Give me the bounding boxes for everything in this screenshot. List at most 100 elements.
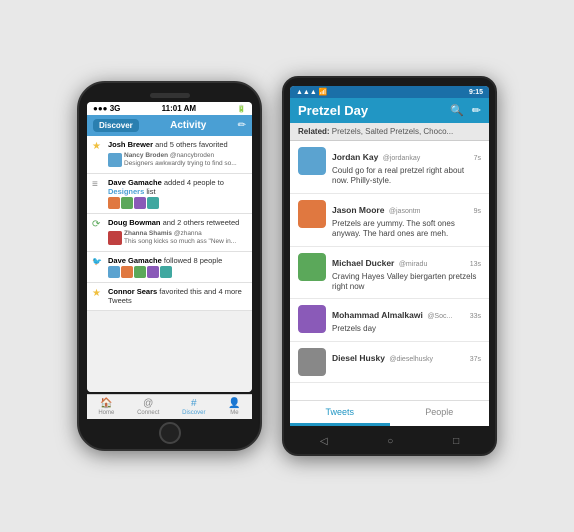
iphone-status-bar: ●●● 3G 11:01 AM 🔋 <box>87 102 252 115</box>
me-icon: 👤 <box>228 398 240 409</box>
tab-discover[interactable]: # Discover <box>182 398 205 416</box>
iphone-screen: ●●● 3G 11:01 AM 🔋 Discover Activity ✏ ★ <box>87 102 252 392</box>
avatar <box>298 348 326 376</box>
feed-item-list[interactable]: ≡ Dave Gamache added 4 people to Designe… <box>87 174 252 215</box>
feed-sub: Zhanna Shamis @zhanna This song kicks so… <box>108 230 247 247</box>
android-header-icons: 🔍 ✏ <box>450 104 481 117</box>
feed-content: Connor Sears favorited this and 4 more T… <box>108 287 247 307</box>
feed-sub-name: Nancy Broden @nancybroden <box>124 152 237 160</box>
feed-content: Dave Gamache followed 8 people <box>108 256 247 278</box>
feed-title: Connor Sears favorited this and 4 more T… <box>108 287 247 307</box>
tweet-item[interactable]: Jordan Kay @jordankay 7s Could go for a … <box>290 141 489 194</box>
avatar-group <box>108 266 247 278</box>
feed-item-follow[interactable]: 🐦 Dave Gamache followed 8 people <box>87 252 252 283</box>
tab-home-label: Home <box>98 410 114 416</box>
tweet-item[interactable]: Diesel Husky @dieselhusky 37s <box>290 342 489 383</box>
android-screen: ▲▲▲ 📶 9:15 Pretzel Day 🔍 ✏ Related: Pret… <box>290 86 489 406</box>
iphone-tab-bar: 🏠 Home @ Connect # Discover 👤 Me <box>87 394 252 419</box>
avatar <box>298 253 326 281</box>
tweet-content: Michael Ducker @miradu 13s Craving Hayes… <box>332 253 481 293</box>
feed-sub-text: This song kicks so much ass "New in... <box>124 238 236 246</box>
iphone-home-button[interactable] <box>159 422 181 444</box>
avatar <box>108 231 122 245</box>
search-icon[interactable]: 🔍 <box>450 104 464 117</box>
iphone-speaker <box>150 93 190 98</box>
feed-item-favorite[interactable]: ★ Josh Brewer and 5 others favorited Nan… <box>87 136 252 174</box>
avatar <box>121 197 133 209</box>
feed-content: Dave Gamache added 4 people to Designers… <box>108 178 247 210</box>
twitter-icon: 🐦 <box>92 257 104 266</box>
iphone-top <box>87 93 252 98</box>
back-button[interactable]: ◁ <box>320 436 328 447</box>
android-tweets: Jordan Kay @jordankay 7s Could go for a … <box>290 141 489 383</box>
tab-tweets[interactable]: Tweets <box>290 401 390 406</box>
android-title: Pretzel Day <box>298 103 368 118</box>
iphone-feed: ★ Josh Brewer and 5 others favorited Nan… <box>87 136 252 392</box>
android-nav-bar: ◁ ○ □ <box>290 434 489 449</box>
avatar <box>147 197 159 209</box>
avatar <box>298 200 326 228</box>
feed-title: Dave Gamache added 4 people to Designers… <box>108 178 247 198</box>
avatar <box>134 197 146 209</box>
discover-button[interactable]: Discover <box>93 119 139 132</box>
retweet-icon: ⟳ <box>92 219 104 230</box>
tweet-header: Jason Moore @jasontm 9s <box>332 200 481 218</box>
avatar <box>160 266 172 278</box>
iphone-signal: ●●● 3G <box>93 104 120 113</box>
feed-title: Doug Bowman and 2 others retweeted <box>108 218 247 228</box>
tab-home[interactable]: 🏠 Home <box>98 398 114 416</box>
iphone-time: 11:01 AM <box>162 104 196 113</box>
list-icon: ≡ <box>92 179 104 190</box>
tab-me[interactable]: 👤 Me <box>228 398 240 416</box>
tweet-text: Craving Hayes Valley biergarten pretzels… <box>332 272 481 293</box>
iphone-device: ●●● 3G 11:01 AM 🔋 Discover Activity ✏ ★ <box>77 81 262 451</box>
tweet-header: Mohammad Almalkawi @Soc... 33s <box>332 305 481 323</box>
tweet-header: Diesel Husky @dieselhusky 37s <box>332 348 481 366</box>
feed-title: Dave Gamache followed 8 people <box>108 256 247 266</box>
avatar <box>298 147 326 175</box>
tab-connect-label: Connect <box>137 410 159 416</box>
avatar <box>134 266 146 278</box>
feed-sub-text: Designers awkwardly trying to find so... <box>124 160 237 168</box>
avatar <box>121 266 133 278</box>
tweet-content: Jordan Kay @jordankay 7s Could go for a … <box>332 147 481 187</box>
feed-item-retweet[interactable]: ⟳ Doug Bowman and 2 others retweeted Zha… <box>87 214 252 252</box>
feed-content: Doug Bowman and 2 others retweeted Zhann… <box>108 218 247 247</box>
feed-sub: Nancy Broden @nancybroden Designers awkw… <box>108 152 247 169</box>
avatar <box>147 266 159 278</box>
tab-discover-label: Discover <box>182 410 205 416</box>
tweet-item[interactable]: Mohammad Almalkawi @Soc... 33s Pretzels … <box>290 299 489 341</box>
avatar <box>108 266 120 278</box>
feed-title: Josh Brewer and 5 others favorited <box>108 140 247 150</box>
tweet-content: Jason Moore @jasontm 9s Pretzels are yum… <box>332 200 481 240</box>
tab-me-label: Me <box>230 410 238 416</box>
menu-button[interactable]: □ <box>453 436 459 447</box>
tweet-item[interactable]: Jason Moore @jasontm 9s Pretzels are yum… <box>290 194 489 247</box>
tweet-item[interactable]: Michael Ducker @miradu 13s Craving Hayes… <box>290 247 489 300</box>
avatar-group <box>108 197 247 209</box>
compose-icon[interactable]: ✏ <box>472 104 481 117</box>
tab-people[interactable]: People <box>390 401 490 406</box>
tab-connect[interactable]: @ Connect <box>137 398 159 416</box>
home-button[interactable]: ○ <box>387 436 393 447</box>
tweet-text: Pretzels day <box>332 324 481 334</box>
tweet-header: Jordan Kay @jordankay 7s <box>332 147 481 165</box>
android-header: Pretzel Day 🔍 ✏ <box>290 98 489 123</box>
discover-icon: # <box>191 398 197 409</box>
avatar <box>108 197 120 209</box>
android-device: ▲▲▲ 📶 9:15 Pretzel Day 🔍 ✏ Related: Pret… <box>282 76 497 456</box>
android-time: 9:15 <box>469 89 483 96</box>
android-status-bar: ▲▲▲ 📶 9:15 <box>290 86 489 98</box>
iphone-nav-title: Activity <box>143 120 234 131</box>
tweet-content: Mohammad Almalkawi @Soc... 33s Pretzels … <box>332 305 481 334</box>
tweet-content: Diesel Husky @dieselhusky 37s <box>332 348 481 376</box>
iphone-nav: Discover Activity ✏ <box>87 115 252 136</box>
star-icon: ★ <box>92 141 104 152</box>
edit-icon[interactable]: ✏ <box>238 120 246 131</box>
feed-item-fav2[interactable]: ★ Connor Sears favorited this and 4 more… <box>87 283 252 312</box>
tweet-header: Michael Ducker @miradu 13s <box>332 253 481 271</box>
android-related: Related: Pretzels, Salted Pretzels, Choc… <box>290 123 489 141</box>
avatar <box>298 305 326 333</box>
android-signal: ▲▲▲ 📶 <box>296 88 327 96</box>
android-tab-bar: Tweets People <box>290 400 489 406</box>
